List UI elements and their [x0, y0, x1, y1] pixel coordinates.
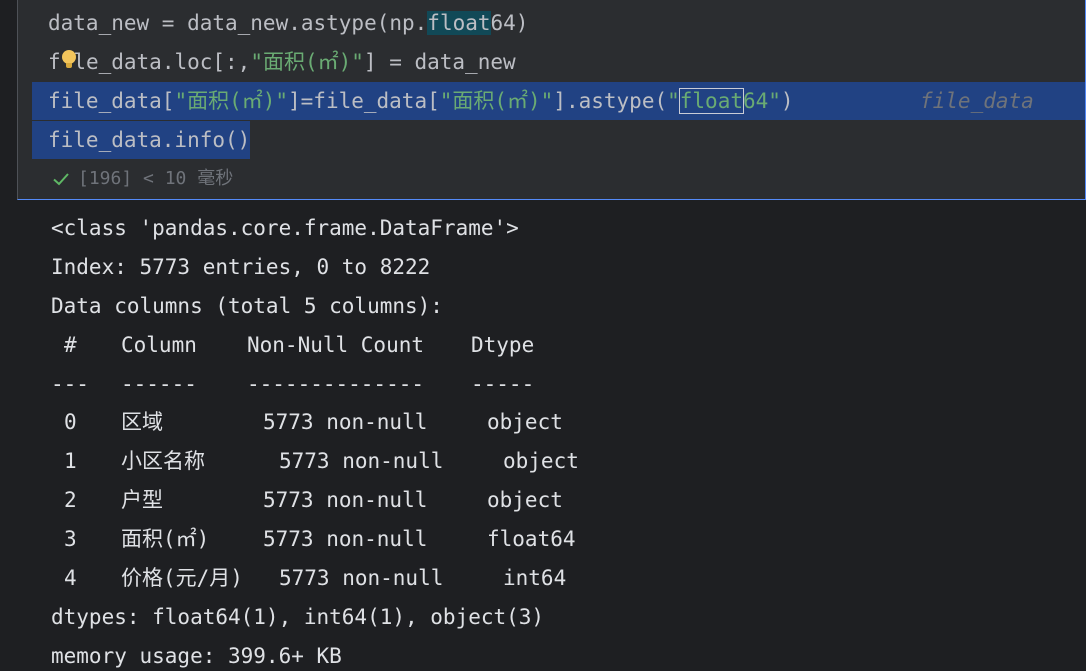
row-count: 5773 non-null	[263, 527, 428, 552]
code-text: file_data[	[48, 89, 175, 113]
output-line: Index: 5773 entries, 0 to 8222	[51, 254, 431, 279]
output-line: <class 'pandas.core.frame.DataFrame'>	[51, 216, 519, 240]
code-text: file_data.info()	[48, 128, 251, 152]
lightbulb-icon[interactable]	[62, 50, 76, 68]
string-literal: 64"	[742, 89, 781, 113]
sep-dtype: -----	[471, 371, 535, 396]
table-row: 4 价格(元/月) 5773 non-null int64	[51, 559, 566, 598]
col-column-header: Column	[121, 332, 197, 357]
code-cell[interactable]: data_new = data_new.astype(np.float64) f…	[17, 0, 1086, 200]
row-count: 5773 non-null	[279, 449, 444, 474]
row-dtype: int64	[503, 566, 567, 591]
string-literal: "面积(㎡)"	[439, 89, 554, 113]
code-text: ] = data_new	[363, 50, 516, 74]
string-literal: "面积(㎡)"	[174, 89, 289, 113]
execution-time: [196] < 10 毫秒	[78, 168, 234, 189]
boxed-word: float	[678, 88, 744, 114]
row-dtype: object	[503, 449, 579, 474]
row-dtype: float64	[487, 527, 576, 552]
row-column: 价格(元/月)	[121, 566, 243, 591]
row-column: 区域	[121, 410, 163, 435]
checkmark-icon	[53, 173, 69, 186]
code-line-4[interactable]: file_data.info()	[32, 121, 251, 159]
code-line-2[interactable]: f le_data.loc[:,"面积(㎡)"] = data_new	[48, 43, 516, 81]
row-column: 面积(㎡)	[121, 527, 210, 552]
code-text: le_data.loc[:,	[73, 50, 251, 74]
row-dtype: object	[487, 410, 563, 435]
col-count-header: Non-Null Count	[247, 332, 425, 357]
string-literal: "面积(㎡)"	[250, 50, 364, 74]
row-num: 4	[64, 566, 77, 591]
cell-output: <class 'pandas.core.frame.DataFrame'> In…	[51, 209, 579, 671]
row-column: 小区名称	[121, 449, 205, 474]
code-text: ]=file_data[	[288, 89, 440, 113]
row-count: 5773 non-null	[279, 566, 444, 591]
code-text: )	[780, 89, 794, 113]
col-num-header: #	[64, 332, 77, 357]
output-line: dtypes: float64(1), int64(1), object(3)	[51, 604, 545, 629]
table-separator: --- ------ -------------- -----	[51, 365, 544, 404]
table-row: 2 户型 5773 non-null object	[51, 481, 563, 520]
row-num: 3	[64, 527, 77, 552]
code-text: data_new = data_new.astype(np.	[48, 11, 428, 35]
output-line: Data columns (total 5 columns):	[51, 293, 443, 318]
row-count: 5773 non-null	[263, 488, 428, 513]
inlay-hint: file_data	[920, 89, 1034, 113]
code-text: ].astype(	[553, 89, 668, 113]
output-line: memory usage: 399.6+ KB	[51, 643, 342, 668]
execution-status: [196] < 10 毫秒	[52, 164, 233, 194]
row-num: 2	[64, 488, 77, 513]
code-text: f	[48, 50, 61, 74]
row-dtype: object	[487, 488, 563, 513]
row-num: 0	[64, 410, 77, 435]
code-text: 64)	[490, 11, 529, 35]
table-row: 3 面积(㎡) 5773 non-null float64	[51, 520, 576, 559]
highlighted-word: float	[427, 11, 491, 35]
row-count: 5773 non-null	[263, 410, 428, 435]
sep-column: ------	[121, 371, 197, 396]
table-row: 0 区域 5773 non-null object	[51, 403, 563, 442]
string-literal: "	[667, 89, 680, 113]
sep-num: ---	[51, 371, 89, 396]
table-header: # Column Non-Null Count Dtype	[51, 326, 544, 365]
row-column: 户型	[121, 488, 163, 513]
sep-count: --------------	[247, 371, 425, 396]
table-row: 1 小区名称 5773 non-null object	[51, 442, 579, 481]
code-line-1[interactable]: data_new = data_new.astype(np.float64)	[48, 4, 528, 42]
row-num: 1	[64, 449, 77, 474]
col-dtype-header: Dtype	[471, 332, 535, 357]
